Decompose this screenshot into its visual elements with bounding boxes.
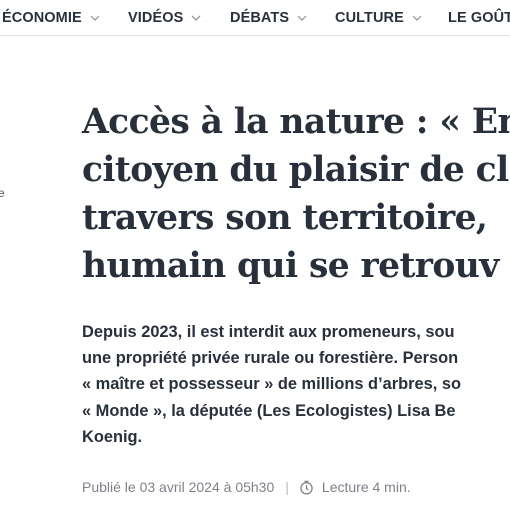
- chevron-down-icon: [190, 12, 202, 24]
- article-title: Accès à la nature : « En citoyen du plai…: [82, 98, 510, 290]
- top-navigation: ÉCONOMIE VIDÉOS DÉBATS CULTURE LE GOÛT: [0, 0, 510, 36]
- summary-line: Koenig.: [82, 427, 143, 446]
- nav-item-label: ÉCONOMIE: [2, 9, 82, 26]
- summary-line: Depuis 2023, il est interdit aux promene…: [82, 323, 455, 341]
- nav-item-label: DÉBATS: [230, 9, 290, 26]
- nav-item-label: VIDÉOS: [128, 9, 184, 26]
- summary-line: « maître et possesseur » de millions d’a…: [82, 375, 461, 394]
- summary-line: une propriété privée rurale ou forestièr…: [82, 349, 459, 368]
- nav-item-economie[interactable]: ÉCONOMIE: [2, 0, 101, 35]
- title-line: humain qui se retrouv: [82, 246, 499, 286]
- article-meta: Publié le 03 avril 2024 à 05h30 | Lectur…: [82, 477, 411, 497]
- meta-separator: |: [285, 479, 289, 495]
- nav-item-debats[interactable]: DÉBATS: [230, 0, 308, 35]
- title-line: Accès à la nature : « En: [82, 102, 510, 142]
- title-line: travers son territoire,: [82, 198, 488, 238]
- nav-item-le-gout[interactable]: LE GOÛT: [448, 0, 510, 35]
- sidebar-text-fragment: e: [0, 186, 5, 200]
- nav-item-label: LE GOÛT: [448, 9, 510, 26]
- title-line: citoyen du plaisir de cl: [82, 150, 509, 190]
- reading-time: Lecture 4 min.: [321, 479, 411, 495]
- chevron-down-icon: [89, 12, 101, 24]
- nav-item-videos[interactable]: VIDÉOS: [128, 0, 202, 35]
- article-summary: Depuis 2023, il est interdit aux promene…: [82, 319, 510, 450]
- chevron-down-icon: [296, 12, 308, 24]
- nav-item-label: CULTURE: [335, 9, 404, 26]
- clock-icon: [299, 480, 314, 495]
- chevron-down-icon: [411, 12, 423, 24]
- nav-list: ÉCONOMIE VIDÉOS DÉBATS CULTURE LE GOÛT: [0, 0, 510, 35]
- nav-item-culture[interactable]: CULTURE: [335, 0, 423, 35]
- publication-date: Publié le 03 avril 2024 à 05h30: [82, 479, 275, 495]
- summary-line: « Monde », la députée (Les Ecologistes) …: [82, 401, 456, 420]
